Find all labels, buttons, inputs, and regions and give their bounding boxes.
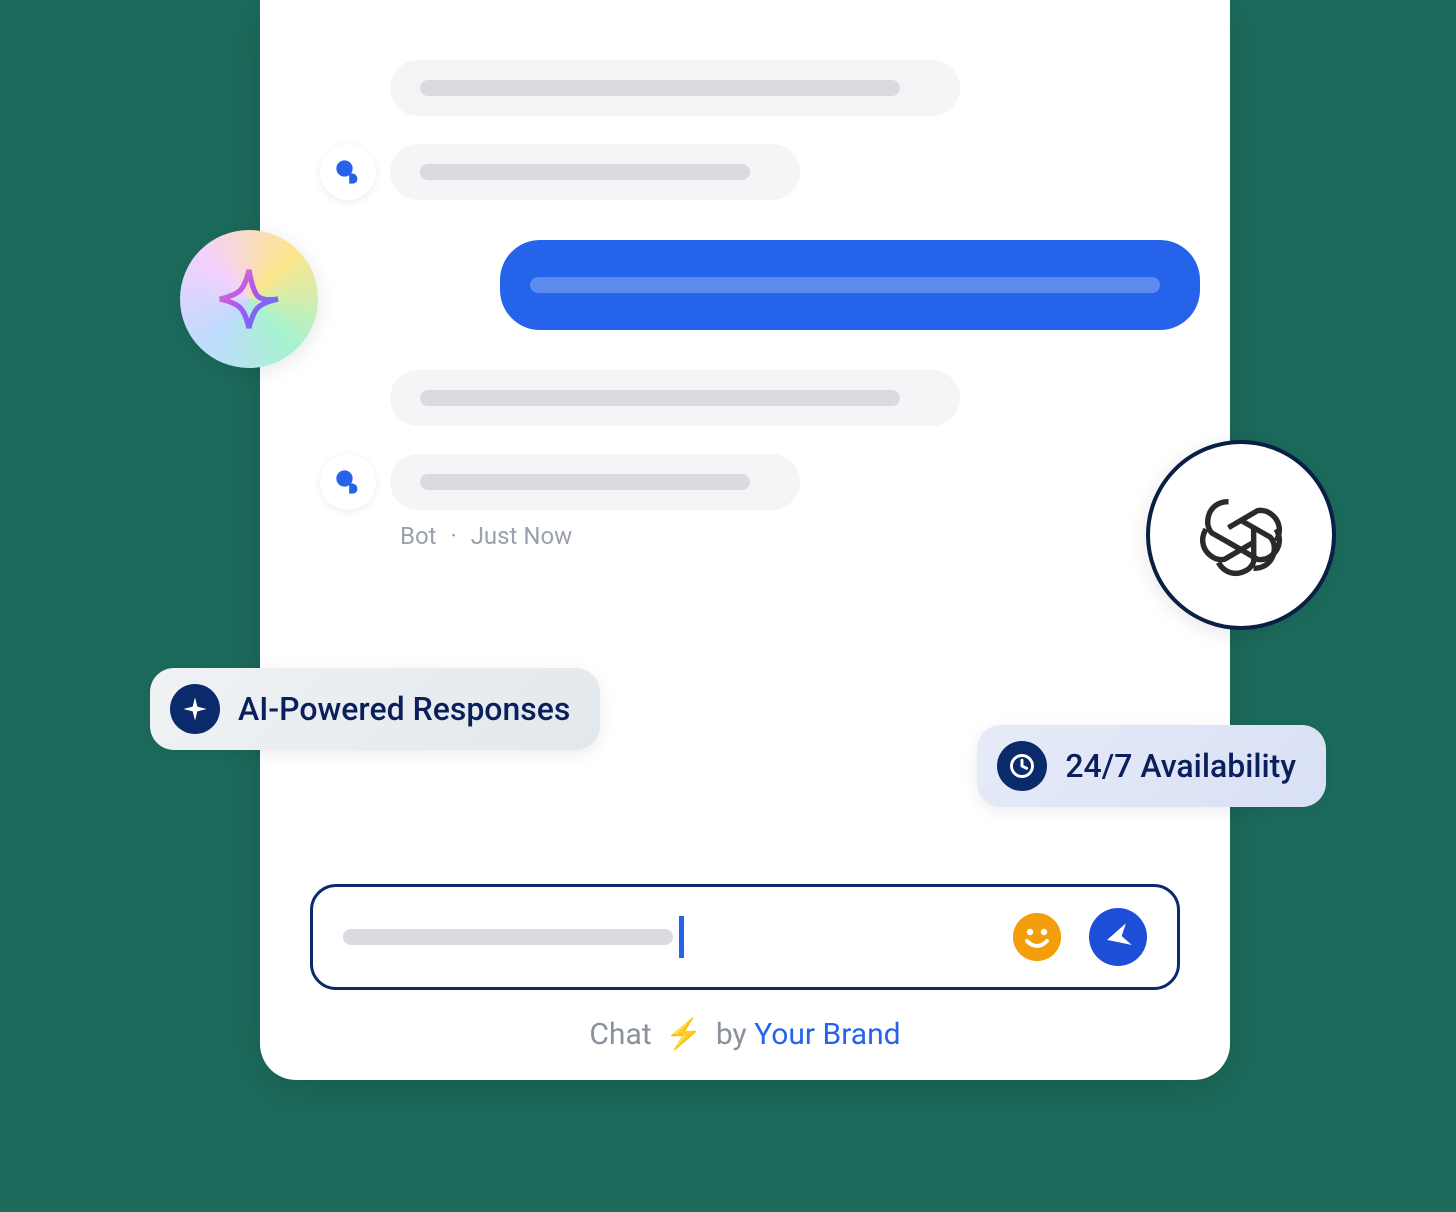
bot-message bbox=[390, 144, 800, 200]
clock-icon bbox=[1008, 752, 1036, 780]
sparkle-icon bbox=[214, 264, 284, 334]
chat-footer: Chat ⚡ by Your Brand bbox=[260, 1017, 1230, 1052]
openai-icon bbox=[1191, 485, 1291, 585]
send-icon bbox=[1103, 922, 1133, 952]
message-placeholder bbox=[420, 474, 750, 490]
input-cursor bbox=[679, 916, 684, 958]
feature-label: 24/7 Availability bbox=[1065, 747, 1296, 785]
message-placeholder bbox=[420, 80, 900, 96]
bot-message bbox=[390, 454, 800, 510]
lightning-icon: ⚡ bbox=[665, 1017, 702, 1052]
emoji-button[interactable] bbox=[1013, 913, 1061, 961]
message-placeholder bbox=[530, 277, 1160, 293]
input-placeholder bbox=[343, 929, 673, 945]
feature-availability: 24/7 Availability bbox=[977, 725, 1326, 807]
openai-badge bbox=[1146, 440, 1336, 630]
bot-message bbox=[390, 370, 960, 426]
footer-by: by bbox=[716, 1017, 747, 1052]
meta-sender: Bot bbox=[400, 522, 437, 550]
feature-label: AI-Powered Responses bbox=[238, 690, 570, 728]
message-meta: Bot · Just Now bbox=[400, 522, 1180, 550]
ai-sparkle-badge bbox=[180, 230, 318, 368]
bot-avatar bbox=[320, 454, 376, 510]
meta-separator: · bbox=[450, 522, 456, 550]
sparkle-pill-icon bbox=[170, 684, 220, 734]
chat-bubbles-icon bbox=[334, 158, 362, 186]
meta-time: Just Now bbox=[471, 522, 573, 550]
bot-avatar bbox=[320, 144, 376, 200]
user-message bbox=[500, 240, 1200, 330]
bot-message bbox=[390, 60, 960, 116]
message-placeholder bbox=[420, 164, 750, 180]
footer-prefix: Chat bbox=[589, 1017, 651, 1052]
message-placeholder bbox=[420, 390, 900, 406]
send-button[interactable] bbox=[1089, 908, 1147, 966]
footer-brand[interactable]: Your Brand bbox=[754, 1017, 900, 1052]
chat-window: Bot · Just Now Chat bbox=[260, 0, 1230, 1080]
sparkle-icon bbox=[181, 695, 209, 723]
smiley-icon bbox=[1013, 913, 1061, 961]
message-input-bar[interactable] bbox=[310, 884, 1180, 990]
chat-bubbles-icon bbox=[334, 468, 362, 496]
feature-ai-responses: AI-Powered Responses bbox=[150, 668, 600, 750]
clock-pill-icon bbox=[997, 741, 1047, 791]
